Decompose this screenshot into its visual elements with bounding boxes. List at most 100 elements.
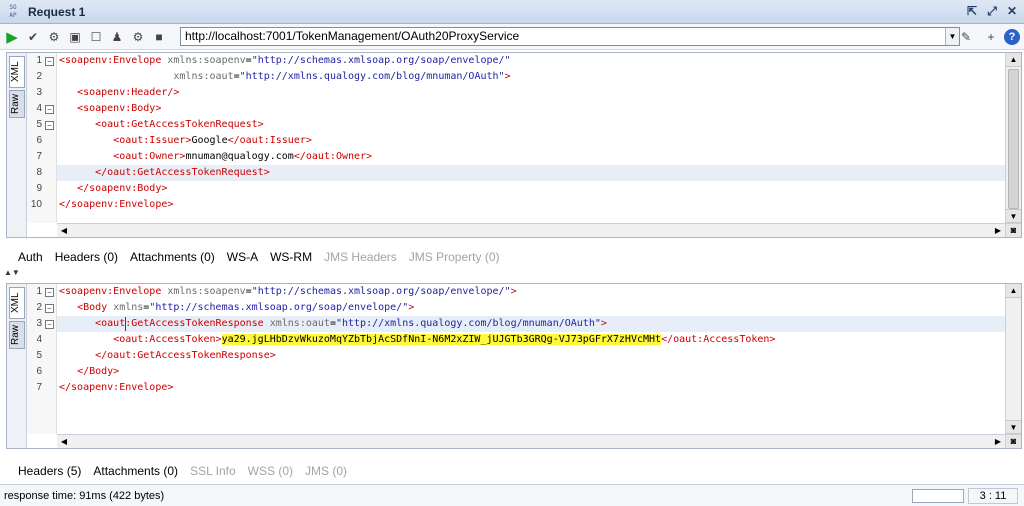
response-tab-ssl-info[interactable]: SSL Info	[190, 464, 236, 478]
request-tab-auth[interactable]: Auth	[18, 250, 43, 264]
add-icon[interactable]: +	[982, 28, 1000, 46]
code-line[interactable]: xmlns:oaut="http://xmlns.qualogy.com/blo…	[57, 69, 1005, 85]
scroll-down-icon[interactable]: ▼	[1006, 420, 1021, 434]
line-number-text: 3	[36, 87, 42, 98]
code-line[interactable]: <soapenv:Header/>	[57, 85, 1005, 101]
cursor-position: 3 : 11	[968, 488, 1018, 504]
close-icon[interactable]: ✕	[1004, 3, 1020, 19]
xml-tag: <oaut:AccessToken>	[113, 334, 222, 345]
line-number-text: 6	[36, 135, 42, 146]
code-line[interactable]: </Body>	[57, 364, 1005, 380]
fold-toggle-icon[interactable]: −	[45, 105, 54, 114]
wsdl-icon[interactable]: ⚙	[129, 28, 147, 46]
response-time-status: response time: 91ms (422 bytes)	[4, 489, 165, 502]
xml-val: "http://schemas.xmlsoap.org/soap/envelop…	[251, 55, 511, 66]
user-icon[interactable]: ♟	[108, 28, 126, 46]
soap-settings-icon[interactable]: ⚙	[45, 28, 63, 46]
request-horizontal-scrollbar[interactable]: ◀ ▶	[57, 223, 1005, 237]
code-line[interactable]: <soapenv:Envelope xmlns:soapenv="http://…	[57, 284, 1005, 300]
request-view-tabs: XML Raw	[7, 53, 27, 237]
scroll-right-icon[interactable]: ▶	[991, 435, 1005, 448]
line-number-text: 3	[36, 318, 42, 329]
scroll-left-icon[interactable]: ◀	[57, 435, 71, 448]
code-line[interactable]: <Body xmlns="http://schemas.xmlsoap.org/…	[57, 300, 1005, 316]
create-mock-icon[interactable]: ▣	[66, 28, 84, 46]
response-xml-tab[interactable]: XML	[9, 287, 25, 319]
line-number: 5−	[27, 117, 56, 133]
scroll-down-icon[interactable]: ▼	[1006, 209, 1021, 223]
response-horizontal-scrollbar[interactable]: ◀ ▶	[57, 434, 1005, 448]
line-number-text: 4	[36, 103, 42, 114]
submit-request-icon[interactable]: ▶	[3, 28, 21, 46]
code-line[interactable]: <oaut:Issuer>Google</oaut:Issuer>	[57, 133, 1005, 149]
detach-icon[interactable]: ⇱	[964, 3, 980, 19]
clone-icon[interactable]: ☐	[87, 28, 105, 46]
scroll-up-icon[interactable]: ▲	[1006, 53, 1021, 67]
request-raw-tab[interactable]: Raw	[9, 90, 25, 118]
xml-val: "http://xmlns.qualogy.com/blog/mnuman/OA…	[335, 318, 601, 329]
line-number-text: 10	[30, 199, 42, 210]
xml-tag: </soapenv:Body>	[77, 183, 168, 194]
code-line[interactable]: </soapenv:Body>	[57, 181, 1005, 197]
scroll-left-icon[interactable]: ◀	[57, 224, 71, 237]
fold-toggle-icon[interactable]: −	[45, 304, 54, 313]
endpoint-url-field[interactable]: http://localhost:7001/TokenManagement/OA…	[180, 27, 960, 46]
request-xml-code[interactable]: <soapenv:Envelope xmlns:soapenv="http://…	[57, 53, 1005, 223]
scroll-up-icon[interactable]: ▲	[1006, 284, 1021, 298]
line-number-text: 2	[36, 71, 42, 82]
code-line[interactable]: <oaut:GetAccessTokenRequest>	[57, 117, 1005, 133]
scroll-thumb[interactable]	[1008, 69, 1019, 209]
maximize-icon[interactable]: ⤢	[984, 3, 1000, 19]
edit-endpoint-icon[interactable]: ✎	[957, 28, 975, 46]
xml-val: "http://schemas.xmlsoap.org/soap/envelop…	[149, 302, 409, 313]
editor-options-icon[interactable]: ◙	[1005, 434, 1021, 448]
request-tab-jms-property-0[interactable]: JMS Property (0)	[409, 250, 500, 264]
request-tab-jms-headers[interactable]: JMS Headers	[324, 250, 397, 264]
response-raw-tab[interactable]: Raw	[9, 321, 25, 349]
code-line[interactable]: </oaut:GetAccessTokenResponse>	[57, 348, 1005, 364]
splitter-arrows-icon[interactable]: ▲▼	[4, 268, 20, 277]
help-icon[interactable]: ?	[1004, 29, 1020, 45]
line-number-text: 7	[36, 151, 42, 162]
fold-toggle-icon[interactable]: −	[45, 320, 54, 329]
xml-tag: <Body	[77, 302, 108, 313]
code-line[interactable]: <oaut:GetAccessTokenResponse xmlns:oaut=…	[57, 316, 1005, 332]
request-tab-ws-a[interactable]: WS-A	[227, 250, 258, 264]
line-number: 3	[27, 85, 56, 101]
request-tab-headers-0[interactable]: Headers (0)	[55, 250, 118, 264]
response-tab-wss-0[interactable]: WSS (0)	[248, 464, 293, 478]
fold-toggle-icon[interactable]: −	[45, 121, 54, 130]
code-line[interactable]: </soapenv:Envelope>	[57, 380, 1005, 396]
line-number: 5	[27, 348, 56, 364]
line-number-text: 1	[36, 55, 42, 66]
response-vertical-scrollbar[interactable]: ▲ ▼	[1005, 284, 1021, 434]
code-line[interactable]: <soapenv:Envelope xmlns:soapenv="http://…	[57, 53, 1005, 69]
fold-toggle-icon[interactable]: −	[45, 57, 54, 66]
response-tab-attachments-0[interactable]: Attachments (0)	[93, 464, 178, 478]
response-tab-headers-5[interactable]: Headers (5)	[18, 464, 81, 478]
response-xml-code[interactable]: <soapenv:Envelope xmlns:soapenv="http://…	[57, 284, 1005, 434]
request-vertical-scrollbar[interactable]: ▲ ▼	[1005, 53, 1021, 223]
request-tab-ws-rm[interactable]: WS-RM	[270, 250, 312, 264]
response-tab-jms-0[interactable]: JMS (0)	[305, 464, 347, 478]
code-line[interactable]: <oaut:Owner>mnuman@qualogy.com</oaut:Own…	[57, 149, 1005, 165]
code-line[interactable]: <oaut:AccessToken>ya29.jgLHbDzvWkuzoMqYZ…	[57, 332, 1005, 348]
xml-attr: xmlns:oaut	[173, 71, 234, 82]
fold-toggle-icon[interactable]: −	[45, 288, 54, 297]
xml-val: "http://schemas.xmlsoap.org/soap/envelop…	[251, 286, 511, 297]
code-line[interactable]: <soapenv:Body>	[57, 101, 1005, 117]
request-xml-tab[interactable]: XML	[9, 56, 25, 88]
xml-val: "http://xmlns.qualogy.com/blog/mnuman/OA…	[239, 71, 505, 82]
add-assertion-icon[interactable]: ✔	[24, 28, 42, 46]
editor-options-icon[interactable]: ◙	[1005, 223, 1021, 237]
code-line[interactable]: </oaut:GetAccessTokenRequest>	[57, 165, 1005, 181]
code-line[interactable]: </soapenv:Envelope>	[57, 197, 1005, 213]
line-number-text: 9	[36, 183, 42, 194]
stop-icon[interactable]: ■	[150, 28, 168, 46]
scroll-right-icon[interactable]: ▶	[991, 224, 1005, 237]
request-tab-attachments-0[interactable]: Attachments (0)	[130, 250, 215, 264]
